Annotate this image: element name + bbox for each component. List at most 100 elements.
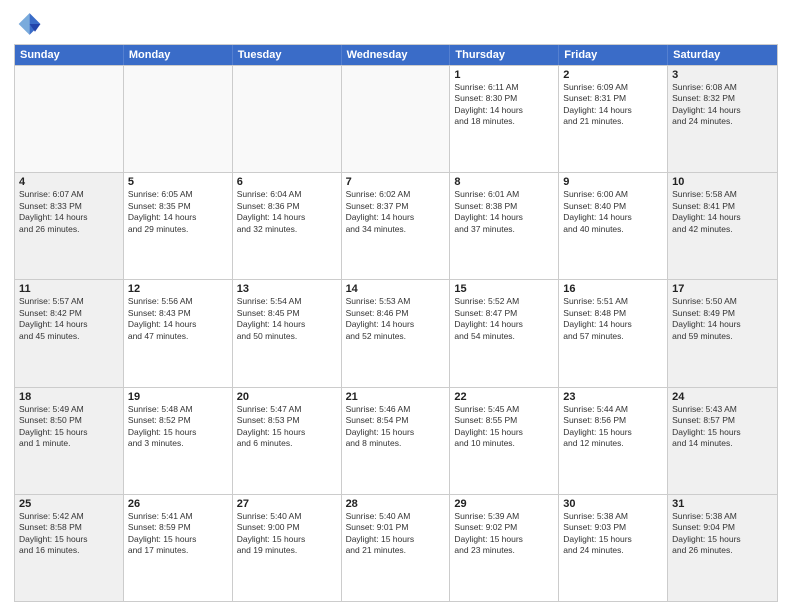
calendar-row: 4Sunrise: 6:07 AM Sunset: 8:33 PM Daylig…: [15, 172, 777, 279]
calendar-cell: 17Sunrise: 5:50 AM Sunset: 8:49 PM Dayli…: [668, 280, 777, 386]
calendar: SundayMondayTuesdayWednesdayThursdayFrid…: [14, 44, 778, 602]
cell-text: Sunrise: 5:49 AM Sunset: 8:50 PM Dayligh…: [19, 404, 119, 450]
calendar-cell: 30Sunrise: 5:38 AM Sunset: 9:03 PM Dayli…: [559, 495, 668, 601]
day-number: 13: [237, 283, 337, 295]
cell-text: Sunrise: 6:08 AM Sunset: 8:32 PM Dayligh…: [672, 82, 773, 128]
cell-text: Sunrise: 6:09 AM Sunset: 8:31 PM Dayligh…: [563, 82, 663, 128]
calendar-header: SundayMondayTuesdayWednesdayThursdayFrid…: [15, 45, 777, 65]
cell-text: Sunrise: 5:38 AM Sunset: 9:03 PM Dayligh…: [563, 511, 663, 557]
day-number: 6: [237, 176, 337, 188]
weekday-header: Friday: [559, 45, 668, 65]
calendar-cell: 1Sunrise: 6:11 AM Sunset: 8:30 PM Daylig…: [450, 66, 559, 172]
cell-text: Sunrise: 6:07 AM Sunset: 8:33 PM Dayligh…: [19, 189, 119, 235]
day-number: 16: [563, 283, 663, 295]
calendar-cell: 14Sunrise: 5:53 AM Sunset: 8:46 PM Dayli…: [342, 280, 451, 386]
cell-text: Sunrise: 6:05 AM Sunset: 8:35 PM Dayligh…: [128, 189, 228, 235]
cell-text: Sunrise: 5:57 AM Sunset: 8:42 PM Dayligh…: [19, 296, 119, 342]
weekday-header: Monday: [124, 45, 233, 65]
calendar-cell: 5Sunrise: 6:05 AM Sunset: 8:35 PM Daylig…: [124, 173, 233, 279]
day-number: 17: [672, 283, 773, 295]
cell-text: Sunrise: 5:58 AM Sunset: 8:41 PM Dayligh…: [672, 189, 773, 235]
calendar-row: 18Sunrise: 5:49 AM Sunset: 8:50 PM Dayli…: [15, 387, 777, 494]
calendar-cell: 12Sunrise: 5:56 AM Sunset: 8:43 PM Dayli…: [124, 280, 233, 386]
calendar-cell: 19Sunrise: 5:48 AM Sunset: 8:52 PM Dayli…: [124, 388, 233, 494]
calendar-cell: 9Sunrise: 6:00 AM Sunset: 8:40 PM Daylig…: [559, 173, 668, 279]
calendar-cell: 13Sunrise: 5:54 AM Sunset: 8:45 PM Dayli…: [233, 280, 342, 386]
cell-text: Sunrise: 5:40 AM Sunset: 9:01 PM Dayligh…: [346, 511, 446, 557]
calendar-row: 25Sunrise: 5:42 AM Sunset: 8:58 PM Dayli…: [15, 494, 777, 601]
day-number: 2: [563, 69, 663, 81]
cell-text: Sunrise: 6:02 AM Sunset: 8:37 PM Dayligh…: [346, 189, 446, 235]
day-number: 12: [128, 283, 228, 295]
cell-text: Sunrise: 5:56 AM Sunset: 8:43 PM Dayligh…: [128, 296, 228, 342]
cell-text: Sunrise: 5:42 AM Sunset: 8:58 PM Dayligh…: [19, 511, 119, 557]
day-number: 31: [672, 498, 773, 510]
calendar-cell: 27Sunrise: 5:40 AM Sunset: 9:00 PM Dayli…: [233, 495, 342, 601]
header: [14, 10, 778, 38]
day-number: 14: [346, 283, 446, 295]
day-number: 25: [19, 498, 119, 510]
calendar-cell: [15, 66, 124, 172]
day-number: 4: [19, 176, 119, 188]
cell-text: Sunrise: 5:52 AM Sunset: 8:47 PM Dayligh…: [454, 296, 554, 342]
weekday-header: Saturday: [668, 45, 777, 65]
cell-text: Sunrise: 6:01 AM Sunset: 8:38 PM Dayligh…: [454, 189, 554, 235]
day-number: 15: [454, 283, 554, 295]
cell-text: Sunrise: 6:11 AM Sunset: 8:30 PM Dayligh…: [454, 82, 554, 128]
calendar-cell: 6Sunrise: 6:04 AM Sunset: 8:36 PM Daylig…: [233, 173, 342, 279]
cell-text: Sunrise: 5:40 AM Sunset: 9:00 PM Dayligh…: [237, 511, 337, 557]
calendar-cell: 4Sunrise: 6:07 AM Sunset: 8:33 PM Daylig…: [15, 173, 124, 279]
calendar-cell: [342, 66, 451, 172]
day-number: 30: [563, 498, 663, 510]
calendar-cell: 21Sunrise: 5:46 AM Sunset: 8:54 PM Dayli…: [342, 388, 451, 494]
calendar-cell: [233, 66, 342, 172]
weekday-header: Tuesday: [233, 45, 342, 65]
calendar-cell: 28Sunrise: 5:40 AM Sunset: 9:01 PM Dayli…: [342, 495, 451, 601]
cell-text: Sunrise: 5:41 AM Sunset: 8:59 PM Dayligh…: [128, 511, 228, 557]
cell-text: Sunrise: 5:46 AM Sunset: 8:54 PM Dayligh…: [346, 404, 446, 450]
calendar-cell: 18Sunrise: 5:49 AM Sunset: 8:50 PM Dayli…: [15, 388, 124, 494]
calendar-cell: 3Sunrise: 6:08 AM Sunset: 8:32 PM Daylig…: [668, 66, 777, 172]
calendar-cell: 16Sunrise: 5:51 AM Sunset: 8:48 PM Dayli…: [559, 280, 668, 386]
weekday-header: Thursday: [450, 45, 559, 65]
day-number: 23: [563, 391, 663, 403]
cell-text: Sunrise: 5:54 AM Sunset: 8:45 PM Dayligh…: [237, 296, 337, 342]
calendar-cell: 23Sunrise: 5:44 AM Sunset: 8:56 PM Dayli…: [559, 388, 668, 494]
day-number: 21: [346, 391, 446, 403]
day-number: 26: [128, 498, 228, 510]
logo: [14, 10, 46, 38]
calendar-cell: 26Sunrise: 5:41 AM Sunset: 8:59 PM Dayli…: [124, 495, 233, 601]
calendar-body: 1Sunrise: 6:11 AM Sunset: 8:30 PM Daylig…: [15, 65, 777, 601]
cell-text: Sunrise: 5:51 AM Sunset: 8:48 PM Dayligh…: [563, 296, 663, 342]
calendar-cell: 15Sunrise: 5:52 AM Sunset: 8:47 PM Dayli…: [450, 280, 559, 386]
day-number: 18: [19, 391, 119, 403]
calendar-cell: 10Sunrise: 5:58 AM Sunset: 8:41 PM Dayli…: [668, 173, 777, 279]
day-number: 28: [346, 498, 446, 510]
day-number: 10: [672, 176, 773, 188]
logo-icon: [14, 10, 42, 38]
calendar-cell: 11Sunrise: 5:57 AM Sunset: 8:42 PM Dayli…: [15, 280, 124, 386]
cell-text: Sunrise: 6:00 AM Sunset: 8:40 PM Dayligh…: [563, 189, 663, 235]
calendar-row: 11Sunrise: 5:57 AM Sunset: 8:42 PM Dayli…: [15, 279, 777, 386]
day-number: 19: [128, 391, 228, 403]
day-number: 3: [672, 69, 773, 81]
calendar-cell: 7Sunrise: 6:02 AM Sunset: 8:37 PM Daylig…: [342, 173, 451, 279]
day-number: 11: [19, 283, 119, 295]
day-number: 5: [128, 176, 228, 188]
day-number: 29: [454, 498, 554, 510]
cell-text: Sunrise: 6:04 AM Sunset: 8:36 PM Dayligh…: [237, 189, 337, 235]
cell-text: Sunrise: 5:44 AM Sunset: 8:56 PM Dayligh…: [563, 404, 663, 450]
day-number: 7: [346, 176, 446, 188]
calendar-cell: 31Sunrise: 5:38 AM Sunset: 9:04 PM Dayli…: [668, 495, 777, 601]
calendar-row: 1Sunrise: 6:11 AM Sunset: 8:30 PM Daylig…: [15, 65, 777, 172]
day-number: 24: [672, 391, 773, 403]
cell-text: Sunrise: 5:43 AM Sunset: 8:57 PM Dayligh…: [672, 404, 773, 450]
cell-text: Sunrise: 5:38 AM Sunset: 9:04 PM Dayligh…: [672, 511, 773, 557]
day-number: 1: [454, 69, 554, 81]
calendar-cell: [124, 66, 233, 172]
calendar-cell: 22Sunrise: 5:45 AM Sunset: 8:55 PM Dayli…: [450, 388, 559, 494]
cell-text: Sunrise: 5:50 AM Sunset: 8:49 PM Dayligh…: [672, 296, 773, 342]
cell-text: Sunrise: 5:48 AM Sunset: 8:52 PM Dayligh…: [128, 404, 228, 450]
calendar-cell: 8Sunrise: 6:01 AM Sunset: 8:38 PM Daylig…: [450, 173, 559, 279]
calendar-cell: 24Sunrise: 5:43 AM Sunset: 8:57 PM Dayli…: [668, 388, 777, 494]
